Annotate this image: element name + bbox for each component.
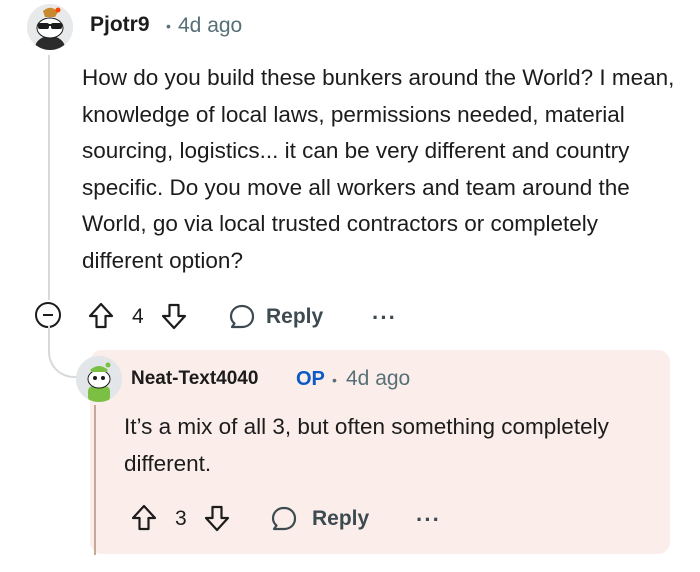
vote-count: 4 <box>132 305 144 328</box>
avatar-snoo-icon <box>76 356 122 402</box>
reply-upvote-button[interactable] <box>129 503 159 533</box>
comment-timestamp[interactable]: 4d ago <box>178 14 242 38</box>
upvote-icon <box>88 302 114 329</box>
downvote-icon <box>204 505 230 532</box>
reply-body: It’s a mix of all 3, but often something… <box>124 414 609 476</box>
reply-timestamp[interactable]: 4d ago <box>346 367 410 391</box>
thread-line[interactable] <box>48 55 50 300</box>
reply-meta-separator: • <box>332 372 337 388</box>
reply-user-avatar[interactable] <box>76 356 122 402</box>
more-icon[interactable]: ··· <box>372 305 397 331</box>
upvote-button[interactable] <box>86 301 116 331</box>
reply-label: Reply <box>266 305 324 328</box>
op-badge: OP <box>296 368 325 390</box>
reply-bubble-icon <box>229 304 255 329</box>
user-avatar[interactable] <box>27 4 73 50</box>
reply-bubble-icon <box>271 506 297 531</box>
reply-downvote-button[interactable] <box>202 503 232 533</box>
meta-separator: • <box>166 18 171 34</box>
reply-button[interactable]: Reply <box>226 301 346 333</box>
collapse-icon[interactable] <box>35 302 61 328</box>
downvote-button[interactable] <box>159 301 189 331</box>
upvote-icon <box>131 504 157 531</box>
reply-reply-button[interactable]: Reply <box>268 503 388 535</box>
comment-body: How do you build these bunkers around th… <box>82 65 675 273</box>
reply-thread-line[interactable] <box>94 405 96 555</box>
reply-author[interactable]: Neat-Text4040 <box>131 368 258 390</box>
comment-author[interactable]: Pjotr9 <box>90 13 150 37</box>
reply-label: Reply <box>312 507 370 530</box>
more-icon[interactable]: ··· <box>416 507 441 533</box>
reply-vote-count: 3 <box>175 507 187 530</box>
avatar-sunglasses-icon <box>27 4 73 50</box>
downvote-icon <box>161 303 187 330</box>
